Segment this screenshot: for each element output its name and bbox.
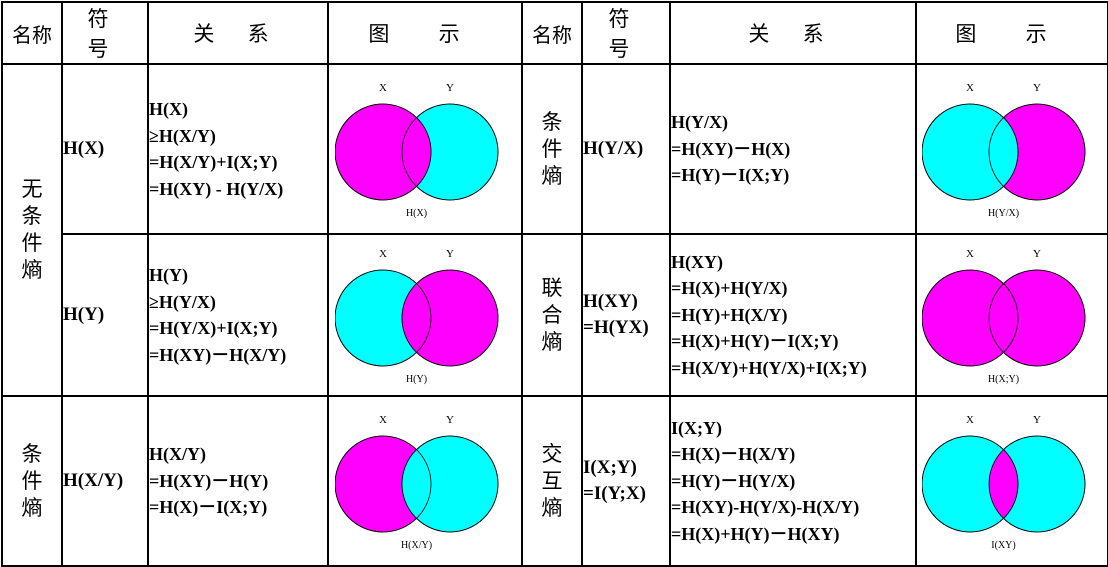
entropy-table: 名称 符 号 关 系 图 示 名称 符 号 关 系 图 示 无 条 件 熵 H(… <box>1 1 1108 567</box>
header-name: 名称 <box>1 1 63 65</box>
venn-caption: H(Y) <box>406 374 427 385</box>
relation-hy-given-x: H(Y/X) =H(XY)－H(X) =H(Y)－I(X;Y) <box>669 63 917 235</box>
venn-label-y: Y <box>446 248 454 260</box>
venn-caption: H(Y/X) <box>988 208 1019 219</box>
figure-hxy: X Y H(X;Y) <box>915 233 1108 397</box>
table-row: H(Y) H(Y) ≥H(Y/X) =H(Y/X)+I(X;Y) =H(XY)－… <box>2 233 1108 397</box>
venn-label-x: X <box>966 414 974 426</box>
venn-label-x: X <box>966 82 974 94</box>
venn-label-y: Y <box>446 82 454 94</box>
name-joint-entropy: 联 合 熵 <box>521 233 583 397</box>
table-row: 无 条 件 熵 H(X) H(X) ≥H(X/Y) =H(X/Y)+I(X;Y)… <box>1 63 1108 397</box>
figure-hx: X Y H(X) <box>327 63 523 235</box>
venn-label-x: X <box>379 248 387 260</box>
venn-diagram-hy-given-x: X Y H(Y/X) <box>922 82 1086 219</box>
venn-caption: H(X;Y) <box>988 374 1019 385</box>
symbol-ixy: I(X;Y) =I(Y;X) <box>581 395 671 567</box>
table-row: 条 件 熵 H(X/Y) H(X/Y) =H(XY)－H(Y) =H(X)－I(… <box>1 395 1108 567</box>
relation-hx: H(X) ≥H(X/Y) =H(X/Y)+I(X;Y) =H(XY) - H(Y… <box>147 63 329 235</box>
venn-label-y: Y <box>1033 414 1041 426</box>
header-relation-right: 关 系 <box>669 1 917 65</box>
name-unconditional-entropy: 无 条 件 熵 <box>1 63 63 397</box>
name-conditional-entropy-yx: 条 件 熵 <box>521 63 583 235</box>
figure-ixy: X Y I(XY) <box>915 395 1108 567</box>
name-mutual-information: 交 互 熵 <box>521 395 583 567</box>
venn-label-x: X <box>379 82 387 94</box>
venn-diagram-hx: X Y H(X) <box>335 82 499 219</box>
header-symbol: 符 号 <box>61 1 149 65</box>
venn-diagram-hx-given-y: X Y H(X/Y) <box>335 414 499 551</box>
venn-caption: H(X/Y) <box>401 540 432 551</box>
figure-hx-given-y: X Y H(X/Y) <box>327 395 523 567</box>
venn-label-x: X <box>379 414 387 426</box>
relation-hx-given-y: H(X/Y) =H(XY)－H(Y) =H(X)－I(X;Y) <box>147 395 329 567</box>
venn-diagram-ixy: X Y I(XY) <box>922 414 1086 551</box>
relation-hy: H(Y) ≥H(Y/X) =H(Y/X)+I(X;Y) =H(XY)－H(X/Y… <box>147 233 329 397</box>
venn-label-x: X <box>966 248 974 260</box>
relation-ixy: I(X;Y) =H(X)－H(X/Y) =H(Y)－H(Y/X) =H(XY)-… <box>669 395 917 567</box>
name-conditional-entropy-xy: 条 件 熵 <box>1 395 63 567</box>
venn-caption: H(X) <box>406 208 427 219</box>
page: 名称 符 号 关 系 图 示 名称 符 号 关 系 图 示 无 条 件 熵 H(… <box>0 0 1108 567</box>
venn-diagram-hxy: X Y H(X;Y) <box>922 248 1086 385</box>
symbol-hx: H(X) <box>61 63 149 235</box>
figure-hy-given-x: X Y H(Y/X) <box>915 63 1108 235</box>
header-row: 名称 符 号 关 系 图 示 名称 符 号 关 系 图 示 <box>1 1 1108 65</box>
header-relation: 关 系 <box>147 1 329 65</box>
relation-hxy: H(XY) =H(X)+H(Y/X) =H(Y)+H(X/Y) =H(X)+H(… <box>669 233 917 397</box>
venn-diagram-hy: X Y H(Y) <box>335 248 499 385</box>
symbol-hx-given-y: H(X/Y) <box>61 395 149 567</box>
venn-label-y: Y <box>1033 82 1041 94</box>
figure-hy: X Y H(Y) <box>327 233 523 397</box>
symbol-hy: H(Y) <box>61 233 149 397</box>
symbol-hy-given-x: H(Y/X) <box>581 63 671 235</box>
symbol-hxy: H(XY) =H(YX) <box>581 233 671 397</box>
venn-label-y: Y <box>1033 248 1041 260</box>
header-symbol-right: 符 号 <box>581 1 671 65</box>
venn-label-y: Y <box>446 414 454 426</box>
header-figure: 图 示 <box>327 1 523 65</box>
header-name-right: 名称 <box>521 1 583 65</box>
header-figure-right: 图 示 <box>915 1 1108 65</box>
venn-caption: I(XY) <box>991 540 1015 551</box>
